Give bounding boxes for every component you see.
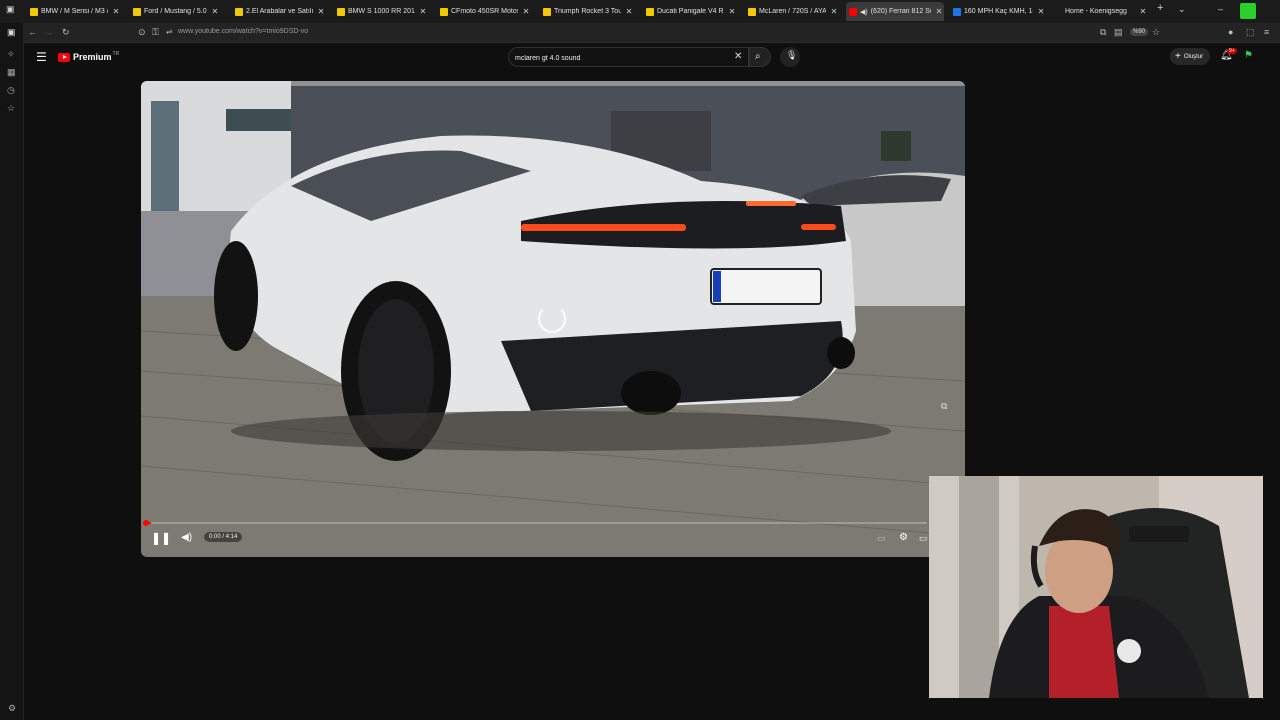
tab-2el-arabalar[interactable]: 2.El Arabalar ve Satılık Sıfır ✕ [232, 2, 326, 21]
site-favicon-icon [235, 7, 243, 16]
miniplayer-icon[interactable]: ⧉ [941, 401, 947, 412]
site-info-icon[interactable]: ⊙ [138, 27, 146, 38]
tab-ferrari-812-active[interactable]: ◀) (620) Ferrari 812 Superf ✕ [846, 2, 944, 21]
notification-count-badge: 9+ [1227, 48, 1237, 54]
tab-triumph-rocket[interactable]: Triumph Rocket 3 Touring 2 ✕ [540, 2, 634, 21]
loading-spinner-icon [538, 305, 566, 333]
tab-close-icon[interactable]: ✕ [111, 7, 121, 16]
tab-bmw-m3[interactable]: BMW / M Serisi / M3 / BORU ✕ [27, 2, 121, 21]
screenshot-icon[interactable]: ⧉ [1100, 27, 1106, 38]
tab-160-mph[interactable]: 160 MPH Kaç KMH, 160 M ✕ [950, 2, 1046, 21]
site-favicon-icon [133, 7, 141, 16]
minimize-icon[interactable]: – [1218, 4, 1223, 14]
subtitles-icon[interactable]: ▭ [877, 533, 886, 544]
site-favicon-icon [646, 7, 654, 16]
browser-sidebar: ▣ ✧ ▦ ◷ ☆ [0, 23, 24, 720]
bookmarks-icon[interactable]: ☆ [7, 103, 15, 114]
menu-icon[interactable]: ≡ [1264, 27, 1269, 37]
tab-close-icon[interactable]: ✕ [1036, 7, 1046, 16]
reload-icon[interactable]: ↻ [62, 27, 70, 38]
youtube-premium-logo[interactable]: Premium TR [58, 51, 119, 62]
site-favicon-icon [748, 7, 756, 16]
video-player[interactable]: ⧉ ❚❚ ◀) 0:00 / 4:14 ▭ ⚙ ▭ [141, 81, 965, 557]
tab-close-icon[interactable]: ✕ [1138, 7, 1148, 16]
kick-logo-icon [1240, 3, 1256, 19]
account-avatar-icon[interactable]: ⚑ [1244, 50, 1256, 62]
extensions-puzzle-icon[interactable]: ⬚ [1246, 27, 1255, 38]
ai-sparkle-icon[interactable]: ✧ [7, 49, 15, 60]
back-icon[interactable]: ← [28, 27, 37, 37]
forward-icon[interactable]: → [44, 27, 53, 37]
site-favicon-icon [543, 7, 551, 16]
hamburger-menu-icon[interactable]: ☰ [36, 50, 47, 64]
streamer-webcam-overlay [929, 476, 1263, 698]
webcam-feed [929, 476, 1263, 698]
volume-icon[interactable]: ◀) [181, 532, 192, 543]
tab-bmw-s1000rr[interactable]: BMW S 1000 RR 2011 Model ✕ [334, 2, 428, 21]
pause-icon[interactable]: ❚❚ [151, 531, 171, 545]
new-tab-icon[interactable]: + [1157, 2, 1163, 14]
create-button[interactable]: + Oluştur [1170, 48, 1211, 65]
site-favicon-icon [337, 7, 345, 16]
time-display: 0:00 / 4:14 [204, 532, 243, 542]
tab-close-icon[interactable]: ✕ [210, 7, 220, 16]
microphone-icon: 🎙 [786, 50, 798, 60]
permissions-icon[interactable]: ⇌ [166, 27, 173, 36]
bookmark-star-icon[interactable]: ☆ [1152, 27, 1160, 38]
speaker-icon[interactable]: ◀) [860, 8, 868, 16]
tab-list-chevron-down-icon[interactable]: ⌄ [1178, 4, 1186, 15]
sidebar-toggle-icon[interactable]: ▣ [7, 27, 16, 38]
tab-actions-icon[interactable]: ▣ [6, 4, 15, 15]
progress-scrubber-handle[interactable] [143, 520, 149, 526]
plus-icon: + [1175, 51, 1181, 62]
theater-mode-icon[interactable]: ▭ [919, 533, 928, 544]
tab-cfmoto[interactable]: CFmoto 450SR Motosiklet F ✕ [437, 2, 531, 21]
site-favicon-icon [953, 7, 961, 16]
tab-ducati-panigale[interactable]: Ducati Panigale V4 R 2023 ✕ [643, 2, 737, 21]
tab-close-icon[interactable]: ✕ [521, 7, 531, 16]
search-input[interactable] [515, 52, 715, 64]
voice-search-button[interactable]: 🎙 [780, 47, 800, 67]
url-field[interactable]: www.youtube.com/watch?v=tmio9DSD-vo [178, 28, 308, 35]
youtube-favicon-icon [849, 7, 857, 16]
search-icon: ⌕ [755, 51, 761, 62]
tab-close-icon[interactable]: ✕ [934, 7, 944, 16]
lock-icon[interactable]: ⚿ [152, 27, 159, 38]
reader-mode-icon[interactable]: ▤ [1114, 27, 1123, 38]
tab-ford-mustang[interactable]: Ford / Mustang / 5.0 GT / D ✕ [130, 2, 220, 21]
tab-close-icon[interactable]: ✕ [829, 7, 839, 16]
clear-search-icon[interactable]: ✕ [734, 51, 742, 62]
zoom-level-badge[interactable]: %90 [1130, 28, 1149, 36]
site-favicon-icon [30, 7, 38, 16]
site-favicon-icon [440, 7, 448, 16]
tab-close-icon[interactable]: ✕ [727, 7, 737, 16]
tab-close-icon[interactable]: ✕ [624, 7, 634, 16]
search-button[interactable]: ⌕ [749, 47, 771, 67]
browser-address-bar: ← → ↻ ⊙ ⚿ ⇌ www.youtube.com/watch?v=tmio… [0, 23, 1280, 43]
tab-mclaren-720s[interactable]: McLaren / 720S / AYAR AU ✕ [745, 2, 839, 21]
reading-list-icon[interactable]: ▦ [7, 67, 16, 78]
settings-gear-icon[interactable]: ⚙ [899, 532, 908, 543]
tab-close-icon[interactable]: ✕ [316, 7, 326, 16]
youtube-header: ☰ Premium TR ✕ ⌕ 🎙 + Oluştur 🔔︎ 9+ ⚑ [24, 44, 1280, 72]
sidebar-settings-gear-icon[interactable]: ⚙ [8, 703, 16, 714]
browser-tab-bar: ▣ BMW / M Serisi / M3 / BORU ✕ Ford / Mu… [0, 0, 1280, 23]
progress-bar[interactable] [147, 522, 927, 524]
history-icon[interactable]: ◷ [7, 85, 15, 96]
extension-icon[interactable]: ● [1228, 27, 1233, 37]
search-box: ✕ [508, 47, 749, 67]
tab-koenigsegg[interactable]: Home - Koenigsegg ✕ [1062, 2, 1148, 21]
tab-close-icon[interactable]: ✕ [418, 7, 428, 16]
youtube-logo-icon [58, 52, 70, 62]
